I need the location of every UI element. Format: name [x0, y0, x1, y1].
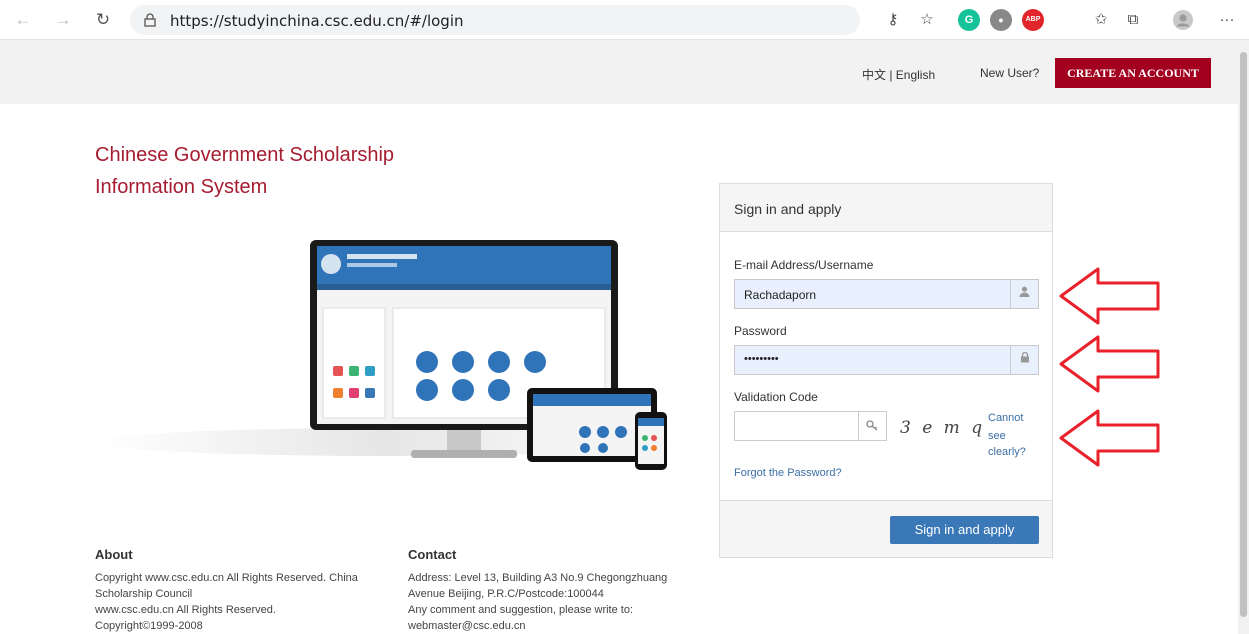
collections-icon[interactable]: ⧉ [1122, 9, 1144, 31]
page-title-line2: Information System [95, 176, 268, 198]
login-panel-header: Sign in and apply [720, 184, 1052, 232]
page-scrollbar[interactable] [1238, 40, 1249, 634]
contact-line: Any comment and suggestion, please write… [408, 604, 634, 616]
grammarly-extension-icon[interactable]: G [958, 9, 980, 31]
email-label: E-mail Address/Username [734, 258, 874, 272]
login-panel-title: Sign in and apply [734, 201, 842, 217]
red-arrow-icon [1059, 409, 1160, 467]
record-extension-icon[interactable]: ● [990, 9, 1012, 31]
forward-arrow-icon[interactable]: → [52, 9, 74, 31]
lock-icon [1010, 346, 1038, 374]
user-icon [1010, 280, 1038, 308]
devices-illustration [95, 240, 675, 470]
profile-avatar-icon[interactable] [1172, 9, 1194, 31]
sign-in-button[interactable]: Sign in and apply [890, 516, 1039, 544]
new-user-text: New User? [980, 66, 1040, 80]
contact-email[interactable]: webmaster@csc.edu.cn [408, 620, 526, 632]
favorite-add-icon[interactable]: ☆ [916, 9, 938, 31]
captcha-image[interactable]: 3 e m q [900, 418, 985, 438]
contact-line: Address: Level 13, Building A3 No.9 Cheg… [408, 572, 668, 584]
page-title-line1: Chinese Government Scholarship [95, 144, 395, 166]
back-arrow-icon[interactable]: ← [12, 9, 34, 31]
password-field[interactable]: ••••••••• [734, 345, 1039, 375]
login-panel: Sign in and apply E-mail Address/Usernam… [719, 183, 1053, 558]
cannot-see-link-line3[interactable]: clearly? [988, 446, 1026, 458]
scrollbar-thumb[interactable] [1240, 52, 1247, 617]
red-arrow-icon [1059, 335, 1160, 393]
reload-icon[interactable]: ↻ [92, 9, 114, 31]
about-line: Scholarship Council [95, 588, 193, 600]
email-field-value: Rachadaporn [744, 288, 817, 302]
red-arrow-icon [1059, 267, 1160, 325]
about-line: Copyright www.csc.edu.cn All Rights Rese… [95, 572, 358, 584]
more-menu-icon[interactable]: ··· [1216, 9, 1238, 31]
validation-code-label: Validation Code [734, 390, 818, 404]
login-panel-footer: Sign in and apply [720, 500, 1052, 557]
email-field[interactable]: Rachadaporn [734, 279, 1039, 309]
url-text: https://studyinchina.csc.edu.cn/#/login [170, 12, 464, 30]
site-header: 中文 | English New User? CREATE AN ACCOUNT [0, 40, 1238, 104]
language-switch[interactable]: 中文 | English [862, 66, 935, 83]
password-label: Password [734, 324, 787, 338]
cannot-see-link-line2[interactable]: see [988, 430, 1006, 442]
contact-line: Avenue Beijing, P.R.C/Postcode:100044 [408, 588, 604, 600]
contact-heading: Contact [408, 547, 457, 562]
favorites-icon[interactable]: ✩ [1090, 9, 1112, 31]
browser-toolbar: ← → ↻ https://studyinchina.csc.edu.cn/#/… [0, 0, 1249, 40]
password-field-value: ••••••••• [744, 353, 779, 365]
forgot-password-link[interactable]: Forgot the Password? [734, 467, 842, 479]
about-line: Copyright©1999-2008 [95, 620, 203, 632]
lock-icon [144, 13, 156, 27]
create-account-button[interactable]: CREATE AN ACCOUNT [1055, 58, 1211, 88]
about-line: www.csc.edu.cn All Rights Reserved. [95, 604, 276, 616]
about-heading: About [95, 547, 133, 562]
validation-code-input[interactable] [734, 411, 887, 441]
address-bar[interactable]: https://studyinchina.csc.edu.cn/#/login [130, 5, 860, 35]
cannot-see-link-line1[interactable]: Cannot [988, 412, 1023, 424]
key-icon [858, 412, 886, 440]
key-icon[interactable]: ⚷ [882, 9, 904, 31]
adblock-extension-icon[interactable]: ABP [1022, 9, 1044, 31]
